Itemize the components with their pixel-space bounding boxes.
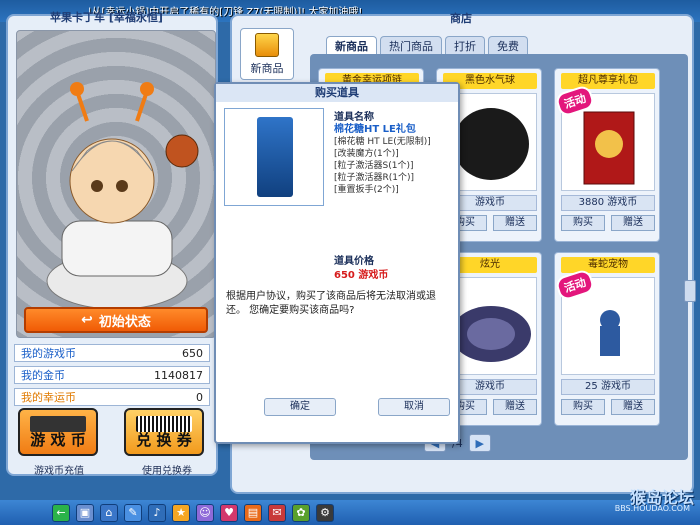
item-name: 棉花糖HT LE礼包 <box>334 124 416 135</box>
gift-icon <box>255 33 279 57</box>
coin-card-icon <box>30 416 86 432</box>
card-price: 3880 游戏币 <box>561 195 655 211</box>
return-arrow-icon: ↩ <box>81 312 93 328</box>
scrollbar-thumb[interactable] <box>684 280 696 302</box>
gift-button[interactable]: 赠送 <box>611 399 655 415</box>
buy-button[interactable]: 购买 <box>561 399 605 415</box>
gift-box-icon[interactable]: ✿ <box>292 503 310 522</box>
shop-title: 商店 <box>450 12 472 25</box>
screen-icon[interactable]: ▣ <box>76 503 94 522</box>
tab-new[interactable]: 新商品 <box>326 36 377 54</box>
new-items-shortcut[interactable]: 新商品 <box>240 28 294 80</box>
stat-label: 我的幸运币 <box>21 391 76 404</box>
barcode-icon <box>136 416 192 432</box>
tool-icon[interactable]: ✎ <box>124 503 142 522</box>
stat-gold-coins: 我的金币 1140817 <box>14 366 210 384</box>
buy-button[interactable]: 购买 <box>561 215 605 231</box>
chat-icon[interactable]: ✉ <box>268 503 286 522</box>
character-title: 苹果卡丁车 [幸福永恒] <box>50 11 163 24</box>
exchange-voucher-button[interactable]: 兑 换 券 <box>124 408 204 456</box>
gift-button[interactable]: 赠送 <box>611 215 655 231</box>
stat-value: 0 <box>196 390 203 404</box>
stat-lucky-coins: 我的幸运币 0 <box>14 388 210 406</box>
shop-card: 超凡尊享礼包 活动 3880 游戏币 购买 赠送 <box>554 68 660 242</box>
gift-button[interactable]: 赠送 <box>493 399 537 415</box>
exchange-caption: 使用兑换券 <box>142 466 192 477</box>
purchase-dialog: 购买道具 道具名称 棉花糖HT LE礼包 [棉花糖 HT LE(无限制)] [改… <box>214 82 460 444</box>
stat-label: 我的金币 <box>21 369 65 382</box>
shop-card: 毒蛇宠物 活动 25 游戏币 购买 赠送 <box>554 252 660 426</box>
new-items-label: 新商品 <box>250 62 284 75</box>
tab-hot[interactable]: 热门商品 <box>380 36 442 54</box>
book-icon[interactable]: ▤ <box>244 503 262 522</box>
dialog-title: 购买道具 <box>216 84 458 102</box>
watermark-url: BBS.HOUDAO.COM <box>614 504 690 513</box>
price-value: 650 游戏币 <box>334 270 389 281</box>
recharge-caption: 游戏币充值 <box>34 466 84 477</box>
stat-label: 我的游戏币 <box>21 347 76 360</box>
settings-icon[interactable]: ⚙ <box>316 503 334 522</box>
right-arrow-icon: ▶ <box>475 436 484 450</box>
confirm-button[interactable]: 确定 <box>264 398 336 416</box>
music-icon[interactable]: ♪ <box>148 503 166 522</box>
card-price: 25 游戏币 <box>561 379 655 395</box>
group-icon[interactable]: ☺ <box>196 503 214 522</box>
bottom-toolbar: ← ▣ ⌂ ✎ ♪ ★ ☺ ♥ ▤ ✉ ✿ ⚙ <box>0 500 700 525</box>
next-page-button[interactable]: ▶ <box>468 434 491 452</box>
tab-discount[interactable]: 打折 <box>445 36 485 54</box>
stat-game-coins: 我的游戏币 650 <box>14 344 210 362</box>
cancel-button[interactable]: 取消 <box>378 398 450 416</box>
recharge-coins-button[interactable]: 游 戏 币 <box>18 408 98 456</box>
content-line: [重置扳手(2个)] <box>334 185 399 195</box>
product-image <box>224 108 324 206</box>
product-box-icon <box>257 117 293 197</box>
star-icon[interactable]: ★ <box>172 503 190 522</box>
agreement-text: 根据用户协议，购买了该商品后将无法取消或退还。 您确定要购买该商品吗? <box>226 291 436 316</box>
heart-icon[interactable]: ♥ <box>220 503 238 522</box>
init-state-button[interactable]: ↩ 初始状态 <box>24 307 208 333</box>
racer-character-image <box>46 82 199 310</box>
price-label: 道具价格 <box>334 256 374 267</box>
exchange-button-label: 兑 换 券 <box>136 431 192 449</box>
card-name: 毒蛇宠物 <box>561 257 655 273</box>
home-icon[interactable]: ⌂ <box>100 503 118 522</box>
shop-tabs: 新商品 热门商品 打折 免费 <box>326 36 528 54</box>
gift-button[interactable]: 赠送 <box>493 215 537 231</box>
tab-free[interactable]: 免费 <box>488 36 528 54</box>
card-name: 超凡尊享礼包 <box>561 73 655 89</box>
back-icon[interactable]: ← <box>52 503 70 522</box>
stat-value: 1140817 <box>154 368 203 382</box>
recharge-button-label: 游 戏 币 <box>30 431 86 449</box>
init-state-label: 初始状态 <box>98 314 151 330</box>
stat-value: 650 <box>182 346 203 360</box>
character-preview <box>16 30 216 338</box>
